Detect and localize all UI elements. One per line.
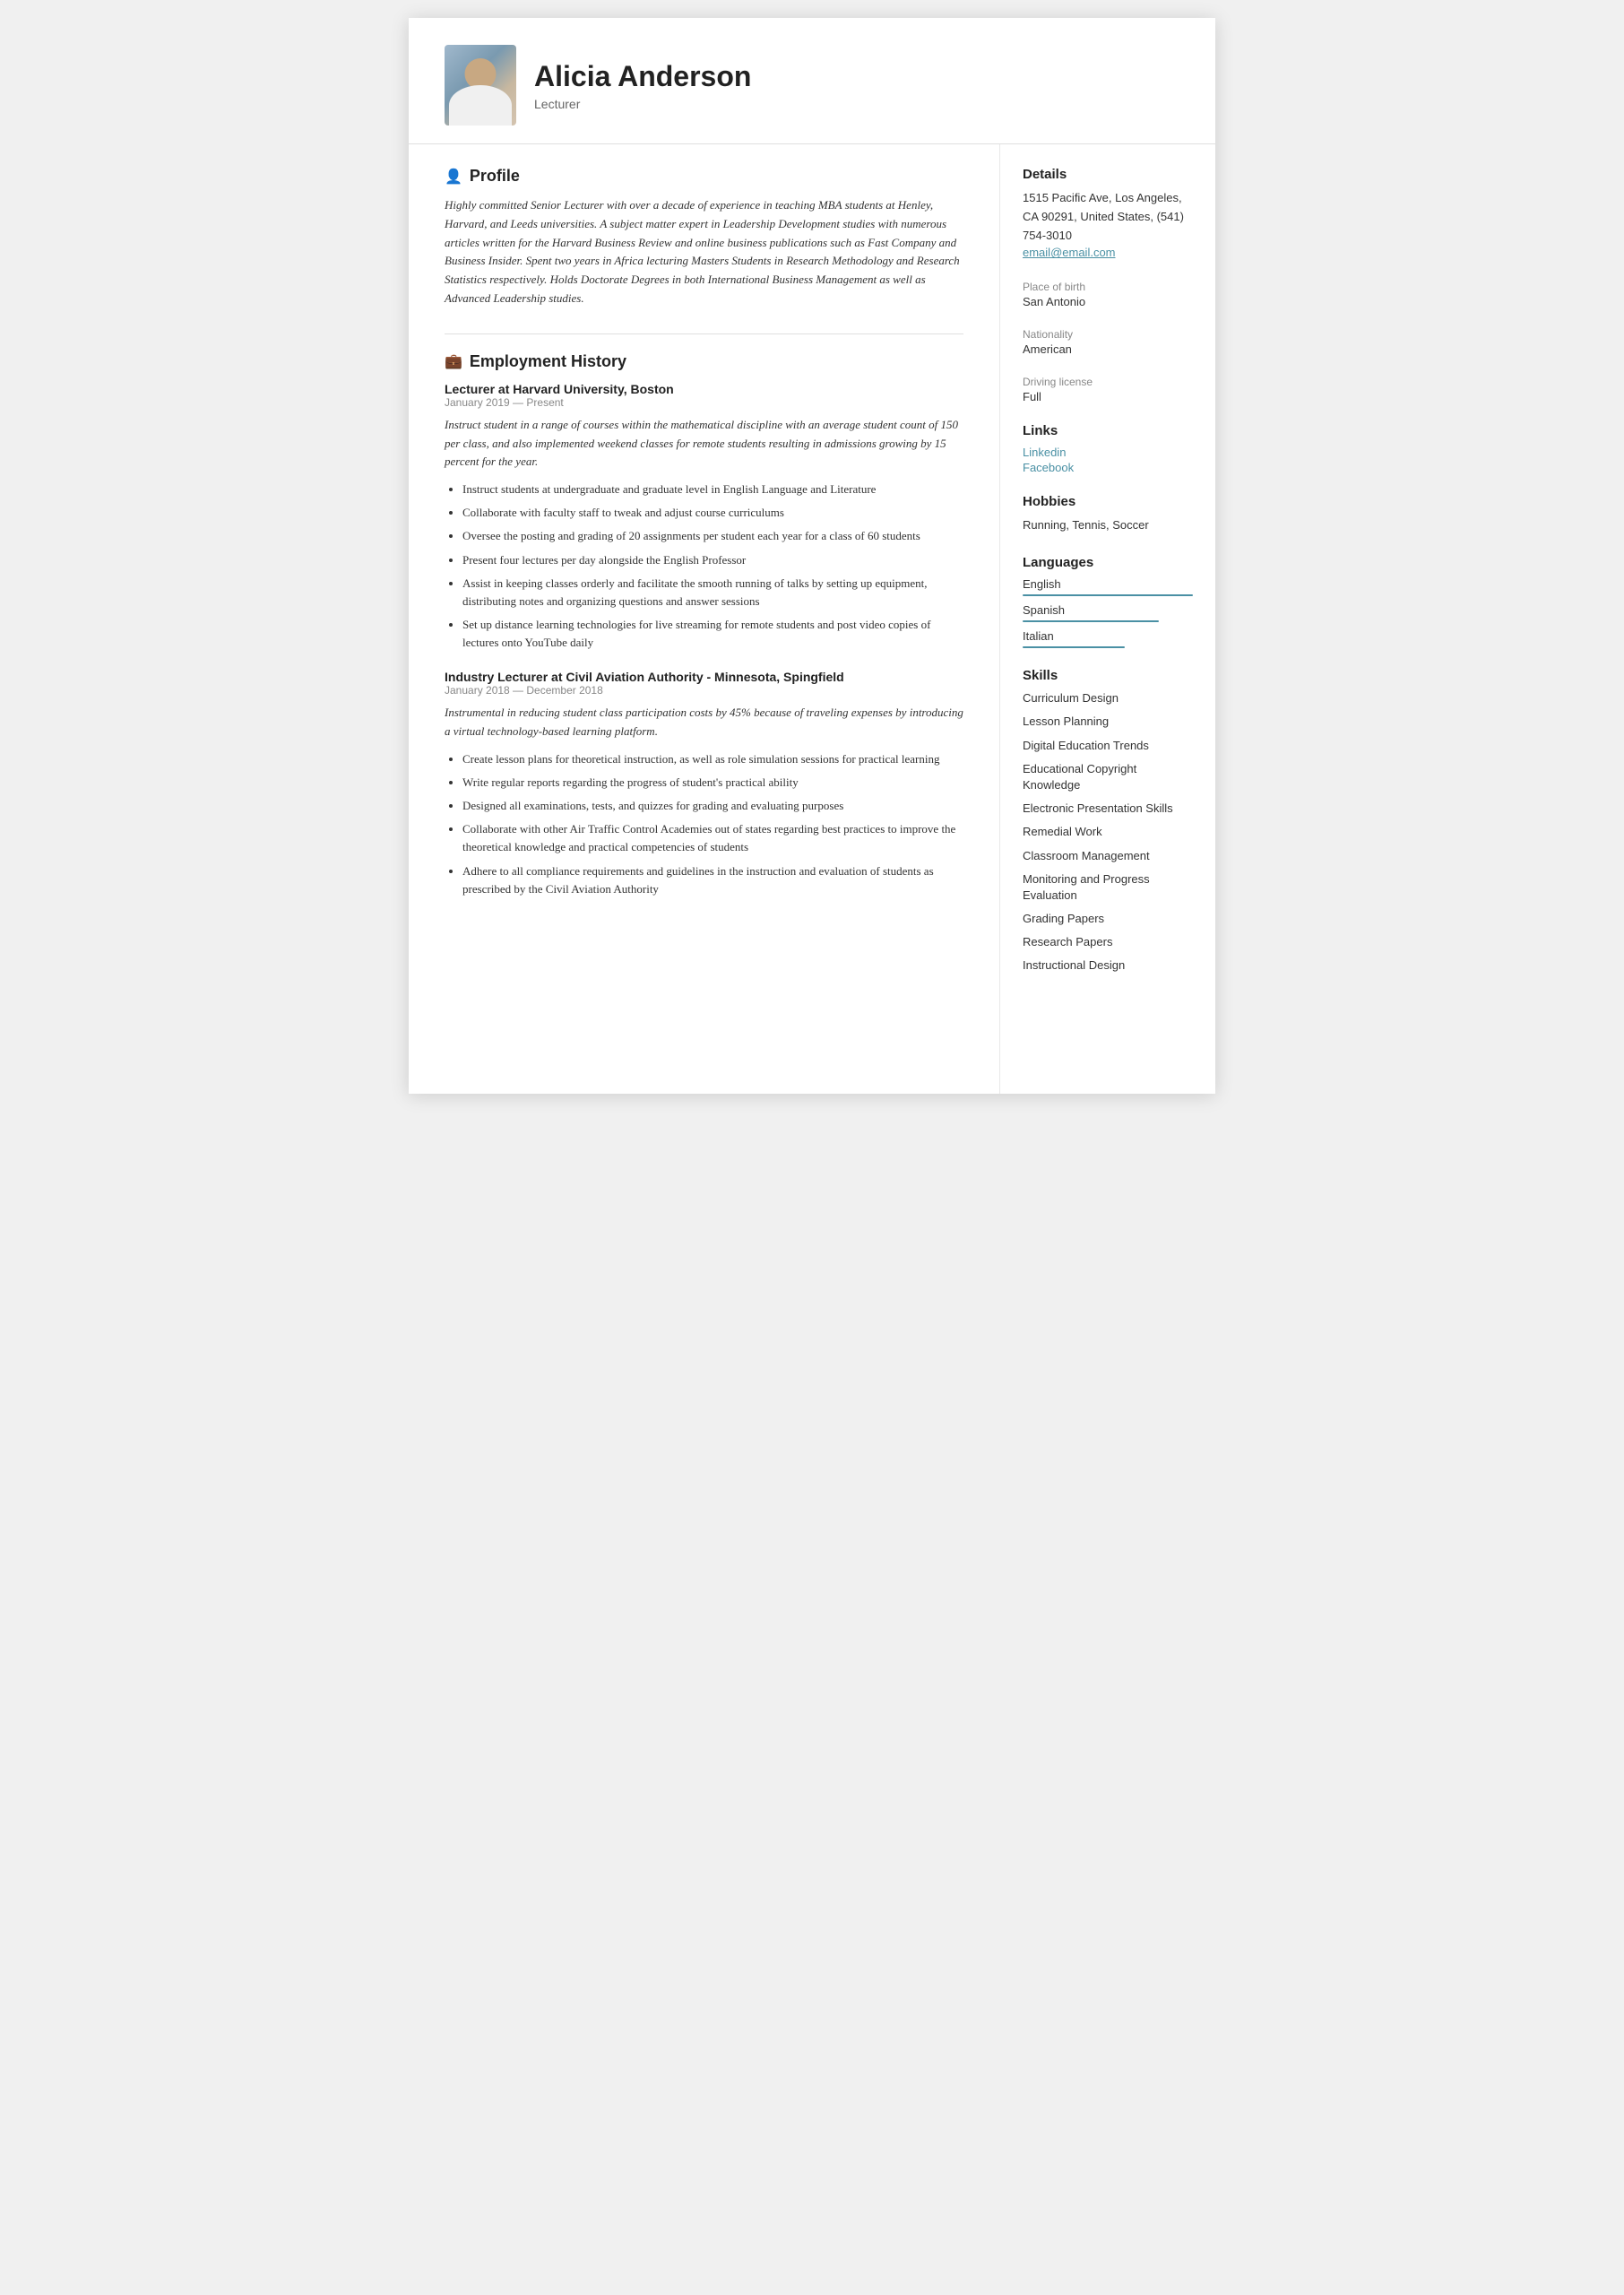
employment-icon: 💼 — [445, 352, 462, 370]
header-text: Alicia Anderson Lecturer — [534, 60, 751, 111]
birth-section: Place of birth San Antonio — [1023, 281, 1193, 308]
skills-section: Skills Curriculum Design Lesson Planning… — [1023, 668, 1193, 974]
list-item: Collaborate with faculty staff to tweak … — [462, 504, 963, 522]
list-item: Set up distance learning technologies fo… — [462, 616, 963, 652]
list-item: Instruct students at undergraduate and g… — [462, 481, 963, 498]
employment-section: 💼 Employment History Lecturer at Harvard… — [445, 352, 963, 898]
details-address: 1515 Pacific Ave, Los Angeles, CA 90291,… — [1023, 189, 1193, 245]
driving-label: Driving license — [1023, 376, 1193, 388]
skill-8: Monitoring and Progress Evaluation — [1023, 871, 1193, 904]
skill-6: Remedial Work — [1023, 824, 1193, 840]
nationality-value: American — [1023, 342, 1193, 356]
language-spanish-bar — [1023, 620, 1159, 622]
driving-section: Driving license Full — [1023, 376, 1193, 403]
profile-section: 👤 Profile Highly committed Senior Lectur… — [445, 167, 963, 308]
hobbies-value: Running, Tennis, Soccer — [1023, 516, 1193, 535]
language-english-name: English — [1023, 577, 1193, 591]
resume-body: 👤 Profile Highly committed Senior Lectur… — [409, 144, 1215, 1094]
nationality-label: Nationality — [1023, 328, 1193, 341]
job-1: Lecturer at Harvard University, Boston J… — [445, 382, 963, 653]
list-item: Designed all examinations, tests, and qu… — [462, 797, 963, 815]
skill-1: Curriculum Design — [1023, 690, 1193, 706]
facebook-link[interactable]: Facebook — [1023, 461, 1193, 474]
main-column: 👤 Profile Highly committed Senior Lectur… — [409, 144, 1000, 1094]
language-english-bar — [1023, 594, 1193, 596]
details-email[interactable]: email@email.com — [1023, 246, 1116, 259]
list-item: Write regular reports regarding the prog… — [462, 774, 963, 792]
birth-label: Place of birth — [1023, 281, 1193, 293]
list-item: Present four lectures per day alongside … — [462, 551, 963, 569]
profile-section-title: 👤 Profile — [445, 167, 963, 186]
resume-header: Alicia Anderson Lecturer — [409, 18, 1215, 144]
candidate-name: Alicia Anderson — [534, 60, 751, 93]
candidate-title: Lecturer — [534, 97, 751, 111]
linkedin-link[interactable]: Linkedin — [1023, 446, 1193, 459]
details-title: Details — [1023, 167, 1193, 182]
job-2-title: Industry Lecturer at Civil Aviation Auth… — [445, 670, 963, 684]
list-item: Oversee the posting and grading of 20 as… — [462, 527, 963, 545]
driving-value: Full — [1023, 390, 1193, 403]
skill-3: Digital Education Trends — [1023, 738, 1193, 754]
hobbies-title: Hobbies — [1023, 494, 1193, 509]
job-2: Industry Lecturer at Civil Aviation Auth… — [445, 670, 963, 898]
resume-document: Alicia Anderson Lecturer 👤 Profile Highl… — [409, 18, 1215, 1094]
job-2-description: Instrumental in reducing student class p… — [445, 704, 963, 741]
sidebar: Details 1515 Pacific Ave, Los Angeles, C… — [1000, 144, 1215, 1094]
list-item: Assist in keeping classes orderly and fa… — [462, 575, 963, 611]
job-1-bullets: Instruct students at undergraduate and g… — [462, 481, 963, 652]
divider-1 — [445, 333, 963, 334]
job-2-bullets: Create lesson plans for theoretical inst… — [462, 750, 963, 898]
details-section: Details 1515 Pacific Ave, Los Angeles, C… — [1023, 167, 1193, 261]
skill-2: Lesson Planning — [1023, 714, 1193, 730]
language-spanish-name: Spanish — [1023, 603, 1193, 617]
languages-section: Languages English Spanish Italian — [1023, 555, 1193, 648]
skills-title: Skills — [1023, 668, 1193, 683]
links-title: Links — [1023, 423, 1193, 438]
skill-5: Electronic Presentation Skills — [1023, 801, 1193, 817]
language-spanish: Spanish — [1023, 603, 1193, 622]
language-italian-bar — [1023, 646, 1125, 648]
skill-9: Grading Papers — [1023, 911, 1193, 927]
skill-7: Classroom Management — [1023, 848, 1193, 864]
list-item: Adhere to all compliance requirements an… — [462, 862, 963, 898]
list-item: Create lesson plans for theoretical inst… — [462, 750, 963, 768]
employment-section-title: 💼 Employment History — [445, 352, 963, 371]
birth-value: San Antonio — [1023, 295, 1193, 308]
job-1-dates: January 2019 — Present — [445, 396, 963, 409]
avatar — [445, 45, 516, 126]
skill-4: Educational Copyright Knowledge — [1023, 761, 1193, 793]
hobbies-section: Hobbies Running, Tennis, Soccer — [1023, 494, 1193, 535]
links-section: Links Linkedin Facebook — [1023, 423, 1193, 474]
language-italian: Italian — [1023, 629, 1193, 648]
job-2-dates: January 2018 — December 2018 — [445, 684, 963, 697]
profile-icon: 👤 — [445, 168, 462, 186]
nationality-section: Nationality American — [1023, 328, 1193, 356]
skill-11: Instructional Design — [1023, 957, 1193, 974]
language-english: English — [1023, 577, 1193, 596]
skill-10: Research Papers — [1023, 934, 1193, 950]
profile-text: Highly committed Senior Lecturer with ov… — [445, 196, 963, 308]
list-item: Collaborate with other Air Traffic Contr… — [462, 820, 963, 856]
language-italian-name: Italian — [1023, 629, 1193, 643]
languages-title: Languages — [1023, 555, 1193, 570]
job-1-title: Lecturer at Harvard University, Boston — [445, 382, 963, 396]
job-1-description: Instruct student in a range of courses w… — [445, 416, 963, 472]
